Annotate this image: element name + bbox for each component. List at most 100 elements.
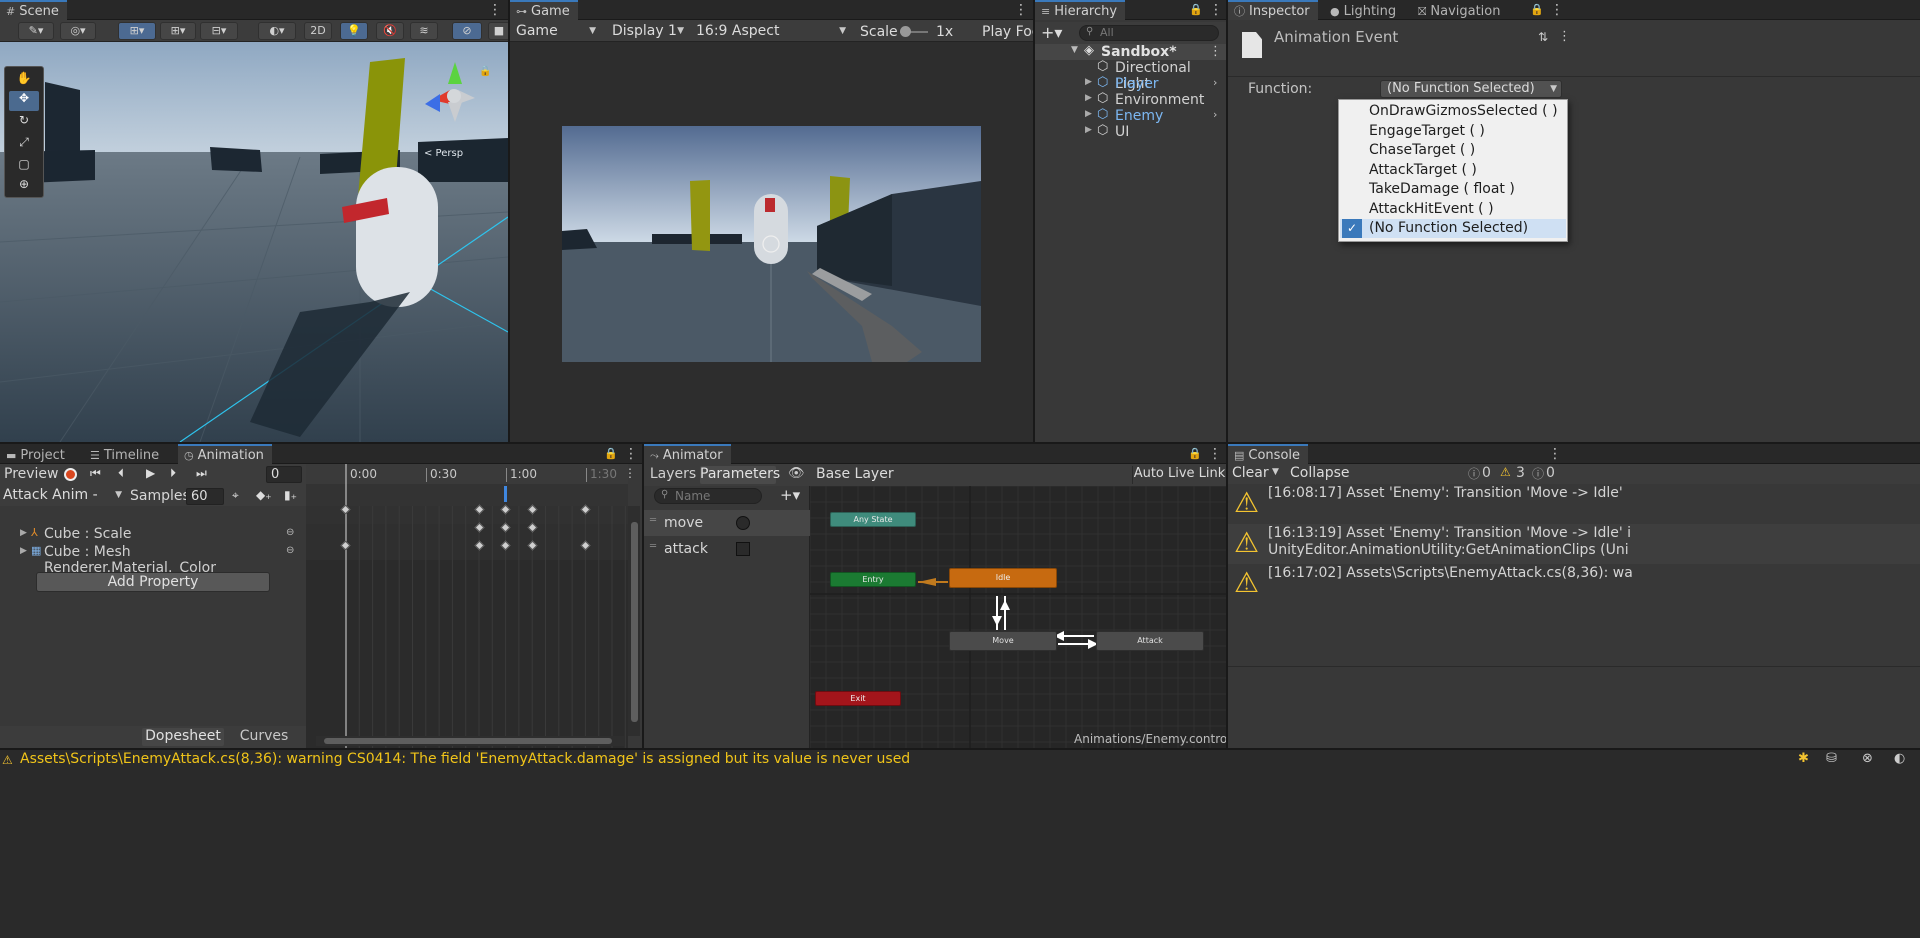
keyframe-filter-icon[interactable]: ⌖	[232, 488, 239, 503]
menu-option[interactable]: OnDrawGizmosSelected ( )	[1340, 102, 1566, 121]
camera-settings-icon[interactable]: ■	[488, 22, 508, 40]
samples-field[interactable]: 60	[186, 488, 224, 505]
hand-tool-icon[interactable]: ✋	[9, 71, 39, 89]
game-view-render[interactable]	[562, 126, 981, 362]
cache-icon[interactable]: ⛁	[1826, 751, 1837, 766]
tab-parameters[interactable]: Parameters	[700, 466, 780, 484]
state-exit[interactable]: Exit	[815, 691, 901, 706]
tab-scene[interactable]: # Scene	[0, 0, 67, 20]
state-entry[interactable]: Entry	[830, 572, 916, 587]
tab-console[interactable]: ▤ Console	[1228, 444, 1309, 464]
timeline-menu-icon[interactable]: ⋮	[624, 466, 636, 480]
scene-root-row[interactable]: ▼ ◈ Sandbox* ⋮	[1035, 43, 1226, 60]
tab-curves[interactable]: Curves	[226, 728, 302, 746]
add-event-icon[interactable]: ▮₊	[284, 488, 297, 502]
add-icon[interactable]: +▾	[1041, 23, 1062, 42]
tab-layers[interactable]: Layers	[648, 466, 698, 484]
hscroll-thumb[interactable]	[324, 738, 612, 744]
expand-arrow-icon[interactable]: ▶	[1085, 109, 1092, 119]
error-count-icon[interactable]: ⓘ	[1532, 465, 1544, 482]
eye-icon[interactable]: 👁	[788, 466, 805, 481]
expand-arrow-icon[interactable]: ▶	[1085, 77, 1092, 87]
inspector-menu-icon[interactable]: ⋮	[1550, 2, 1564, 18]
display-dropdown[interactable]: Display 1 ▼	[606, 22, 688, 40]
frame-field[interactable]: 0	[266, 466, 302, 483]
draw-mode-button[interactable]: ✎▾	[18, 22, 54, 40]
inspector-settings-icon[interactable]: ⇅	[1538, 30, 1548, 44]
preview-toggle[interactable]: Preview	[4, 466, 59, 482]
lock-icon[interactable]: 🔒	[1189, 3, 1203, 17]
debug-icon[interactable]: ✱	[1798, 751, 1809, 766]
lock-icon[interactable]: 🔒	[1188, 447, 1202, 461]
lock-icon[interactable]: 🔒	[604, 447, 618, 461]
tab-animator[interactable]: ⤳ Animator	[644, 444, 731, 464]
dopesheet-vscroll[interactable]	[628, 506, 640, 736]
vscroll-thumb[interactable]	[631, 522, 638, 722]
toggle-icon[interactable]: ⊖	[286, 545, 294, 556]
menu-option[interactable]: AttackHitEvent ( )	[1340, 200, 1566, 219]
hierarchy-item[interactable]: ▶ ⬡ Enemy ›	[1035, 107, 1226, 124]
clear-button[interactable]: Clear	[1232, 465, 1269, 481]
play-icon[interactable]: ▶	[146, 466, 155, 480]
hierarchy-item[interactable]: ⬡ Directional Light	[1035, 59, 1226, 92]
grid-snap-button[interactable]: ⊞▾	[118, 22, 156, 40]
tab-lighting[interactable]: ● Lighting	[1324, 0, 1404, 20]
clip-dropdown[interactable]: Attack Anim - Plac▼	[0, 486, 126, 521]
render-mode-button[interactable]: ◎▾	[60, 22, 96, 40]
state-attack[interactable]: Attack	[1096, 631, 1204, 651]
menu-option[interactable]: EngageTarget ( )	[1340, 122, 1566, 141]
grid-toggle-button[interactable]: ⊞▾	[160, 22, 196, 40]
prefab-open-icon[interactable]: ›	[1213, 108, 1217, 121]
prev-keyframe-icon[interactable]: ⏴	[118, 466, 124, 481]
move-tool-icon[interactable]: ✥	[9, 91, 39, 111]
lighting-toggle-icon[interactable]: 💡	[340, 22, 368, 40]
dopesheet-hscroll[interactable]	[316, 736, 624, 746]
rect-tool-icon[interactable]: ▢	[9, 157, 39, 175]
toggle-icon[interactable]: ⊖	[286, 527, 294, 538]
last-keyframe-icon[interactable]: ⏭	[196, 466, 207, 481]
game-menu-icon[interactable]: ⋮	[1014, 2, 1028, 18]
rotate-tool-icon[interactable]: ↻	[9, 113, 39, 131]
transform-tool-icon[interactable]: ⊕	[9, 177, 39, 195]
scale-tool-icon[interactable]: ⤢	[9, 135, 39, 153]
warning-count-icon[interactable]: ⚠	[1500, 465, 1511, 479]
scale-slider[interactable]	[900, 26, 928, 37]
status-message[interactable]: Assets\Scripts\EnemyAttack.cs(8,36): war…	[20, 751, 910, 767]
hierarchy-item[interactable]: ▶ ⬡ Player ›	[1035, 75, 1226, 92]
add-parameter-icon[interactable]: +▾	[780, 486, 800, 504]
lock-icon[interactable]: 🔒	[1530, 3, 1544, 17]
scene-menu-icon[interactable]: ⋮	[488, 2, 502, 18]
hierarchy-item[interactable]: ▶ ⬡ Environment	[1035, 91, 1226, 108]
console-message[interactable]: ⚠ [16:08:17] Asset 'Enemy': Transition 'M…	[1228, 484, 1920, 524]
play-focus-dropdown[interactable]: Play Focu	[982, 24, 1033, 40]
notifications-icon[interactable]: ◐	[1894, 751, 1905, 766]
expand-arrow-icon[interactable]: ▶	[1085, 125, 1092, 135]
state-idle[interactable]: Idle	[949, 568, 1057, 588]
menu-option[interactable]: ✓ (No Function Selected)	[1340, 219, 1566, 238]
display-mode-dropdown[interactable]: Game ▼	[510, 22, 600, 40]
tab-project[interactable]: ▬ Project	[0, 444, 73, 464]
aspect-dropdown[interactable]: 16:9 Aspect ▼	[690, 22, 850, 40]
menu-option[interactable]: ChaseTarget ( )	[1340, 141, 1566, 160]
scene-menu-icon[interactable]: ⋮	[1209, 44, 1222, 59]
animation-menu-icon[interactable]: ⋮	[624, 446, 638, 462]
tab-animation[interactable]: ◷ Animation	[178, 444, 272, 464]
add-keyframe-icon[interactable]: ◆₊	[256, 488, 272, 502]
dopesheet[interactable]: 0:00 0:30 1:00 1:30 ⋮	[306, 464, 636, 748]
hierarchy-search-input[interactable]: ⚲ All	[1079, 25, 1219, 41]
console-message[interactable]: ⚠ [16:13:19] Asset 'Enemy': Transition 'M…	[1228, 524, 1920, 564]
collapse-button[interactable]: Collapse	[1290, 465, 1350, 481]
add-property-button[interactable]: Add Property	[36, 572, 270, 592]
clear-options-icon[interactable]: ▼	[1272, 467, 1279, 477]
state-any[interactable]: Any State	[830, 512, 916, 527]
param-search-input[interactable]: ⚲ Name	[654, 488, 762, 504]
inspector-more-icon[interactable]: ⋮	[1558, 29, 1571, 44]
animator-menu-icon[interactable]: ⋮	[1208, 446, 1222, 462]
prefab-open-icon[interactable]: ›	[1213, 76, 1217, 89]
base-layer-breadcrumb[interactable]: Base Layer	[816, 466, 894, 482]
state-move[interactable]: Move	[949, 631, 1057, 651]
menu-option[interactable]: AttackTarget ( )	[1340, 161, 1566, 180]
property-row[interactable]: ▶ ⅄ Cube : Scale ⊖	[0, 526, 306, 544]
scale-slider-handle[interactable]	[900, 26, 911, 37]
console-menu-icon[interactable]: ⋮	[1548, 446, 1562, 462]
